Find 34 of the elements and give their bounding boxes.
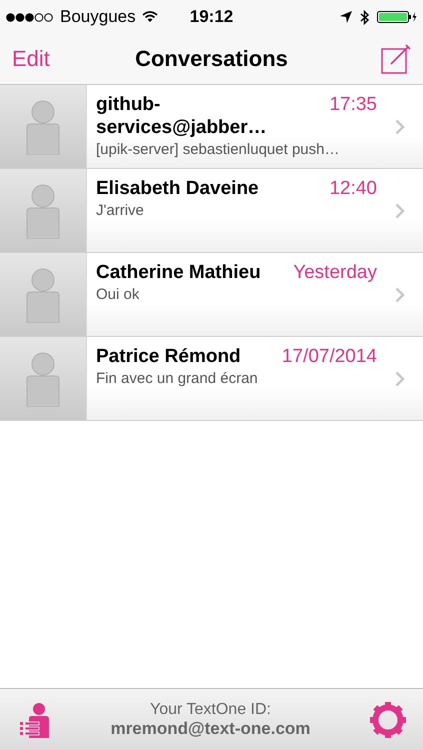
conversation-row[interactable]: Catherine Mathieu Yesterday Oui ok	[0, 253, 423, 337]
screen-title: Conversations	[134, 46, 289, 72]
message-preview: Fin avec un grand écran	[96, 370, 259, 387]
message-time: 12:40	[329, 177, 377, 200]
message-preview: [upik-server] sebastienluquet push…	[96, 141, 340, 158]
settings-icon[interactable]	[369, 700, 407, 738]
message-time: 17/07/2014	[282, 345, 377, 368]
user-id: mremond@text-one.com	[110, 718, 312, 738]
carrier-name: Bouygues	[60, 7, 136, 27]
conversation-row[interactable]: Elisabeth Daveine 12:40 J'arrive	[0, 169, 423, 253]
contact-name: Elisabeth Daveine	[96, 177, 260, 200]
contacts-icon[interactable]	[20, 702, 52, 738]
chevron-icon	[395, 286, 405, 302]
battery-icon	[377, 11, 418, 23]
message-time: 17:35	[329, 93, 377, 116]
chevron-icon	[395, 202, 405, 218]
wifi-icon	[142, 11, 158, 23]
compose-icon[interactable]	[381, 44, 411, 74]
message-time: Yesterday	[293, 261, 377, 284]
contact-name: github-services@jabber…	[96, 93, 268, 139]
chevron-icon	[395, 370, 405, 386]
status-time: 19:12	[190, 7, 234, 27]
message-preview: Oui ok	[96, 286, 140, 303]
contact-name: Catherine Mathieu	[96, 261, 262, 284]
bluetooth-icon	[360, 10, 370, 24]
contact-name: Patrice Rémond	[96, 345, 242, 368]
signal-icon	[6, 12, 54, 22]
chevron-icon	[395, 118, 405, 134]
location-arrow-icon	[340, 11, 352, 23]
id-label: Your TextOne ID:	[149, 700, 272, 718]
conversation-row[interactable]: github-services@jabber… 17:35 [upik-server] sebastienluquet push…	[0, 85, 423, 169]
message-preview: J'arrive	[96, 202, 145, 219]
conversation-row[interactable]: Patrice Rémond 17/07/2014 Fin avec un grand écran	[0, 337, 423, 421]
edit-button[interactable]: Edit	[12, 46, 82, 72]
